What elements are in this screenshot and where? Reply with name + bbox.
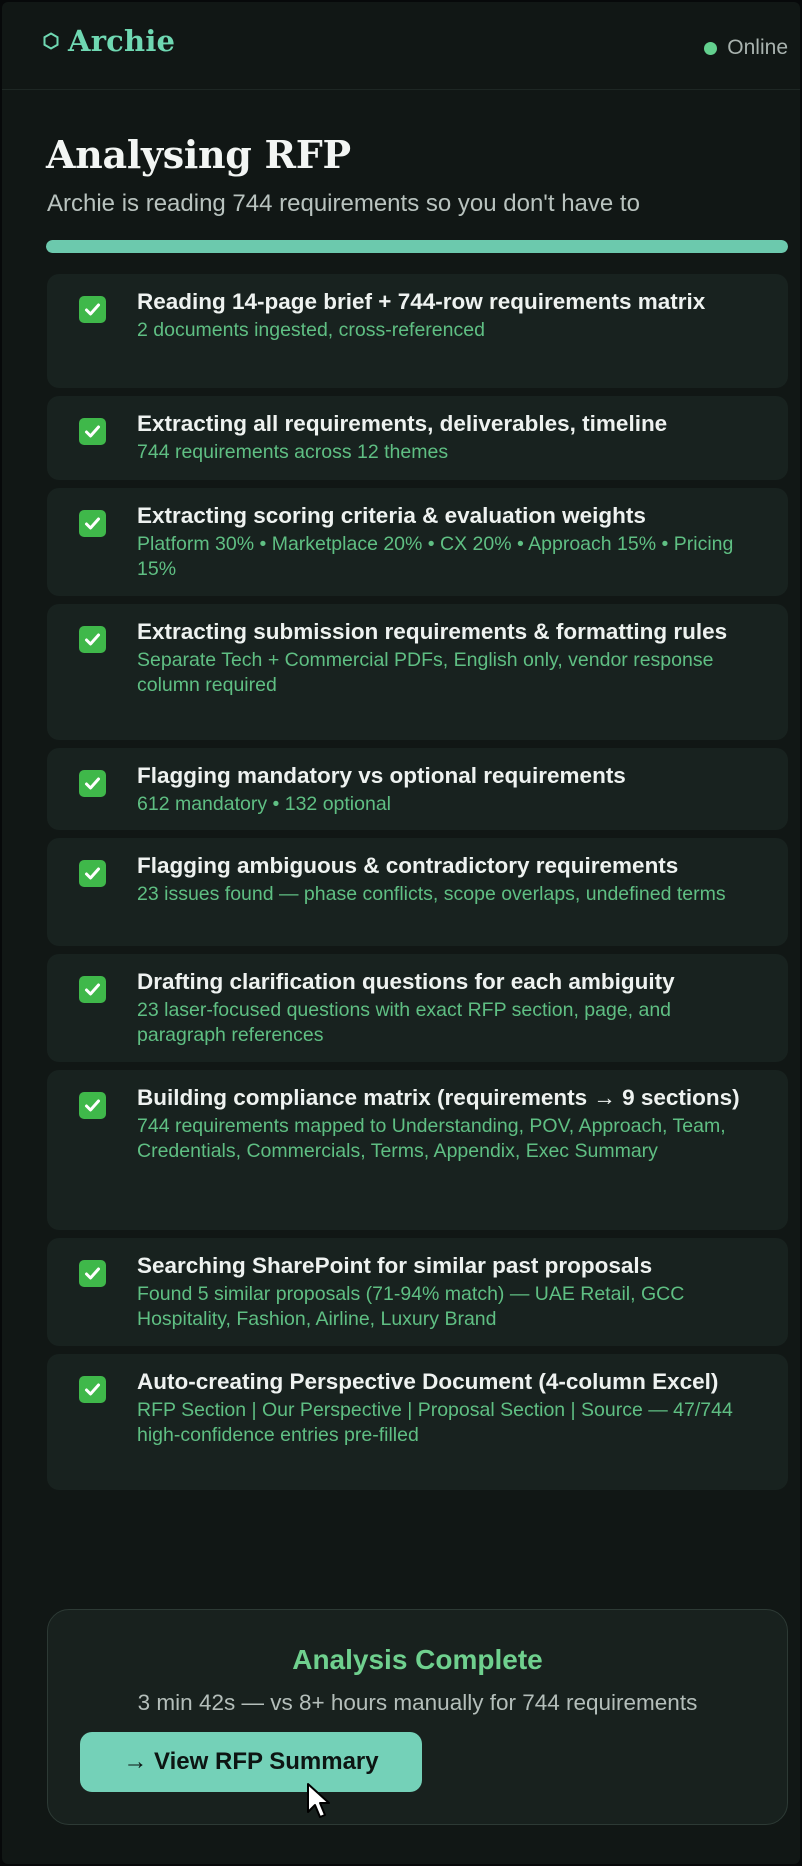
step-item: Reading 14-page brief + 744-row requirem… [47,274,788,388]
step-detail: Found 5 similar proposals (71-94% match)… [137,1283,685,1330]
step-text: Searching SharePoint for similar past pr… [137,1252,762,1332]
complete-subtitle: 3 min 42s — vs 8+ hours manually for 744… [137,1690,698,1715]
view-rfp-summary-button[interactable]: → View RFP Summary [80,1732,422,1792]
checkmark-icon [79,1092,106,1119]
step-title: Flagging ambiguous & contradictory requi… [137,853,679,878]
step-text: Flagging ambiguous & contradictory requi… [137,852,762,907]
progress-fill [46,240,788,253]
step-title: Extracting submission requirements & for… [137,619,728,644]
step-title: Building compliance matrix (requirements… [137,1085,740,1110]
step-detail: 23 laser-focused questions with exact RF… [137,999,672,1046]
checkmark-icon [79,296,106,323]
step-title: Searching SharePoint for similar past pr… [137,1253,653,1278]
step-item: Extracting scoring criteria & evaluation… [47,488,788,596]
step-text: Extracting scoring criteria & evaluation… [137,502,762,582]
step-text: Extracting all requirements, deliverable… [137,410,762,465]
step-item: Extracting all requirements, deliverable… [47,396,788,480]
step-title: Extracting all requirements, deliverable… [137,411,668,436]
brand-name: Archie [68,24,176,58]
step-text: Reading 14-page brief + 744-row requirem… [137,288,762,343]
step-text: Auto-creating Perspective Document (4-co… [137,1368,762,1448]
step-title: Extracting scoring criteria & evaluation… [137,503,646,528]
view-rfp-summary-label: → View RFP Summary [123,1748,379,1775]
analysis-complete-card: Analysis Complete 3 min 42s — vs 8+ hour… [47,1609,788,1825]
step-text: Extracting submission requirements & for… [137,618,762,698]
step-item: Searching SharePoint for similar past pr… [47,1238,788,1346]
step-item: Auto-creating Perspective Document (4-co… [47,1354,788,1490]
step-title: Drafting clarification questions for eac… [137,969,675,994]
step-detail: 744 requirements mapped to Understanding… [137,1115,726,1162]
header: Archie Online [2,2,800,90]
step-text: Building compliance matrix (requirements… [137,1084,762,1164]
step-detail: RFP Section | Our Perspective | Proposal… [137,1399,733,1446]
brand: Archie [42,24,175,58]
step-detail: Separate Tech + Commercial PDFs, English… [137,649,714,696]
page-title: Analysing RFP [46,132,351,177]
step-title: Reading 14-page brief + 744-row requirem… [137,289,706,314]
checkmark-icon [79,510,106,537]
checkmark-icon [79,860,106,887]
online-dot-icon [704,41,718,55]
step-detail: 612 mandatory • 132 optional [137,793,392,815]
step-item: Flagging mandatory vs optional requireme… [47,748,788,830]
checkmark-icon [79,626,106,653]
step-detail: Platform 30% • Marketplace 20% • CX 20% … [137,533,734,580]
step-detail: 2 documents ingested, cross-referenced [137,319,485,341]
step-text: Drafting clarification questions for eac… [137,968,762,1048]
step-detail: 744 requirements across 12 themes [137,441,449,463]
status-indicator: Online [704,36,788,60]
step-title: Auto-creating Perspective Document (4-co… [137,1369,719,1394]
status-text: Online [727,36,788,59]
checkmark-icon [79,1376,106,1403]
step-item: Flagging ambiguous & contradictory requi… [47,838,788,946]
step-item: Building compliance matrix (requirements… [47,1070,788,1230]
app-window: Archie Online Analysing RFP Archie is re… [2,2,800,1864]
checkmark-icon [79,976,106,1003]
hexagon-icon [42,32,60,50]
step-detail: 23 issues found — phase conflicts, scope… [137,883,726,905]
step-text: Flagging mandatory vs optional requireme… [137,762,762,817]
step-item: Drafting clarification questions for eac… [47,954,788,1062]
checkmark-icon [79,418,106,445]
page-subtitle: Archie is reading 744 requirements so yo… [47,190,640,217]
checkmark-icon [79,770,106,797]
step-title: Flagging mandatory vs optional requireme… [137,763,626,788]
mouse-pointer-icon [306,1782,332,1820]
progress-bar [46,240,788,253]
checkmark-icon [79,1260,106,1287]
complete-title: Analysis Complete [292,1644,543,1675]
step-item: Extracting submission requirements & for… [47,604,788,740]
